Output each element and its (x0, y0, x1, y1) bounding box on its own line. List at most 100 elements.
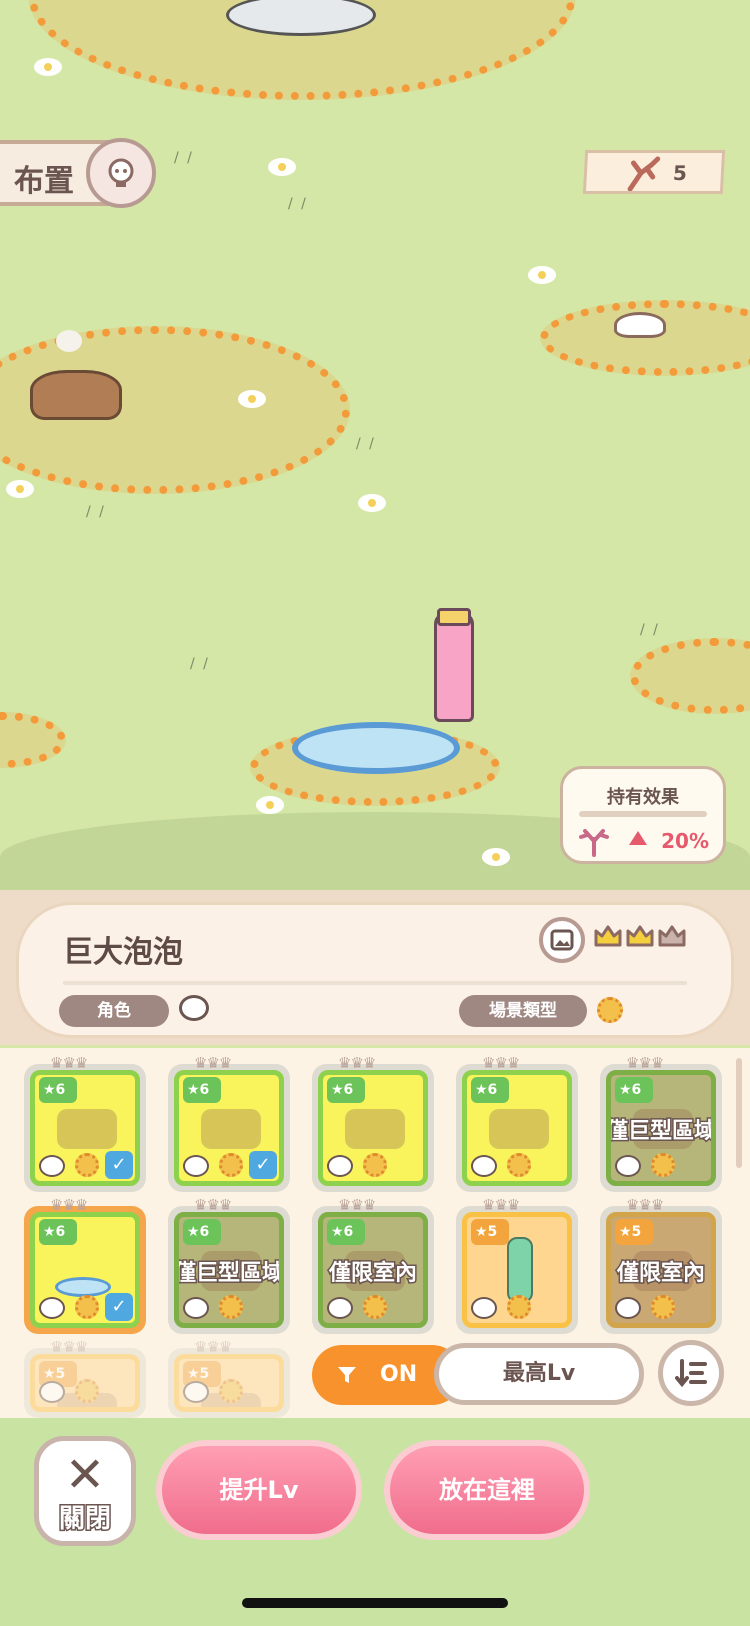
stump-cooking-pot[interactable] (30, 370, 122, 420)
item-card[interactable]: ♛♛♛ ★6 ✓ (168, 1054, 290, 1192)
pink-bottle[interactable] (434, 612, 474, 722)
item-info-card: 巨大泡泡 角色 場景類型 (16, 902, 734, 1038)
restriction-label: 僅巨型區域 (606, 1118, 716, 1146)
sort-order-button[interactable] (658, 1340, 724, 1406)
game-scene[interactable]: / / / / / / / / / / / / (0, 0, 750, 895)
sun-icon (219, 1295, 243, 1319)
grass-tuft: / / (356, 436, 376, 452)
shell-decoration (614, 312, 666, 338)
sort-select[interactable]: 最高Lv (434, 1343, 644, 1405)
item-card[interactable]: ♛♛♛ ★6 ✓ (24, 1054, 146, 1192)
held-effect-tooltip: 持有效果 20% (560, 766, 726, 864)
guitar-stump-icon (57, 1109, 117, 1149)
item-card-body: ★6 ✓ (30, 1070, 140, 1186)
item-card[interactable]: ♛♛♛ ★6 (312, 1054, 434, 1192)
cat-face-icon (179, 995, 209, 1021)
grass-tuft: / / (174, 150, 194, 166)
picnic-mat-icon (201, 1109, 261, 1149)
resource-count: 5 (672, 161, 688, 185)
check-icon: ✓ (105, 1293, 133, 1321)
item-card-body: ★5 僅限室內 (606, 1212, 716, 1328)
item-card-body: ★6 ✓ (174, 1070, 284, 1186)
item-card[interactable]: ♛♛♛ ★6 (456, 1054, 578, 1192)
level-badge: ★6 (183, 1077, 221, 1103)
item-card-body: ★6 僅限室內 (318, 1212, 428, 1328)
ramune-bottle-icon (507, 1237, 533, 1303)
character-face-icon (39, 1381, 65, 1403)
character-face-icon (471, 1155, 497, 1177)
item-card-body: ★6 僅巨型區域 (606, 1070, 716, 1186)
grass-tuft: / / (640, 622, 660, 638)
photo-button[interactable] (539, 917, 585, 963)
level-badge: ★5 (471, 1219, 509, 1245)
place-here-label: 放在這裡 (390, 1446, 584, 1534)
sun-icon (75, 1153, 99, 1177)
sun-icon (219, 1379, 243, 1403)
hint-bulb-button[interactable] (86, 138, 156, 208)
level-up-label: 提升Lv (162, 1446, 356, 1534)
effect-title: 持有效果 (607, 787, 679, 808)
flower-decoration (8, 482, 32, 496)
scrollbar[interactable] (736, 1058, 742, 1168)
scene-type-label-pill: 場景類型 (459, 995, 587, 1027)
placement-spot[interactable] (0, 712, 66, 768)
item-card[interactable]: ♛♛♛ ★6 ✓ (24, 1196, 146, 1334)
close-icon: ✕ (64, 1447, 106, 1503)
bubble-pool[interactable] (292, 722, 460, 774)
character-face-icon (327, 1297, 353, 1319)
effect-divider (579, 811, 707, 817)
check-icon: ✓ (249, 1151, 277, 1179)
restriction-label: 僅巨型區域 (174, 1260, 284, 1288)
item-card[interactable]: ♛♛♛ ★5 (168, 1338, 290, 1418)
character-face-icon (327, 1155, 353, 1177)
item-card[interactable]: ♛♛♛ ★6 僅限室內 (312, 1196, 434, 1334)
crown-filled-icon (594, 925, 622, 947)
item-name: 巨大泡泡 (63, 935, 183, 970)
grass-tuft: / / (288, 196, 308, 212)
sun-icon (651, 1153, 675, 1177)
flower-decoration (360, 496, 384, 510)
placement-spot[interactable] (630, 638, 750, 714)
item-card-body: ★5 (174, 1354, 284, 1412)
filter-label: ON (380, 1362, 418, 1387)
item-card[interactable]: ♛♛♛ ★5 (24, 1338, 146, 1418)
item-card-body: ★5 (462, 1212, 572, 1328)
sun-icon (507, 1153, 531, 1177)
item-card[interactable]: ♛♛♛ ★5 僅限室內 (600, 1196, 722, 1334)
item-card[interactable]: ♛♛♛ ★6 僅巨型區域 (168, 1196, 290, 1334)
role-label-pill: 角色 (59, 995, 169, 1027)
character-face-icon (183, 1155, 209, 1177)
effect-value: 20% (661, 829, 709, 853)
character-face-icon (39, 1297, 65, 1319)
stump-oranges-icon (345, 1109, 405, 1149)
character-face-icon (615, 1297, 641, 1319)
place-here-button[interactable]: 放在這裡 (384, 1440, 590, 1540)
level-badge: ★6 (183, 1219, 221, 1245)
item-card-body: ★5 (30, 1354, 140, 1412)
check-icon: ✓ (105, 1151, 133, 1179)
level-badge: ★6 (39, 1077, 77, 1103)
restriction-label: 僅限室內 (327, 1260, 418, 1288)
character-face-icon (183, 1297, 209, 1319)
item-card-body: ★6 僅巨型區域 (174, 1212, 284, 1328)
level-badge: ★6 (615, 1077, 653, 1103)
item-card-body: ★6 ✓ (30, 1212, 140, 1328)
flower-decoration (240, 392, 264, 406)
close-button[interactable]: ✕ 關閉 (34, 1436, 136, 1546)
sun-icon (219, 1153, 243, 1177)
layout-mode-label: 布置 (14, 164, 74, 199)
coral-icon (579, 829, 609, 857)
level-badge: ★6 (471, 1077, 509, 1103)
flower-decoration (484, 850, 508, 864)
sun-icon (651, 1295, 675, 1319)
sun-icon (597, 997, 623, 1023)
bottle-cap (437, 608, 471, 626)
sun-icon (363, 1153, 387, 1177)
filter-icon (338, 1367, 356, 1383)
sun-icon (75, 1379, 99, 1403)
character-face-icon (615, 1155, 641, 1177)
item-card[interactable]: ♛♛♛ ★6 僅巨型區域 (600, 1054, 722, 1192)
level-up-button[interactable]: 提升Lv (156, 1440, 362, 1540)
level-badge: ★5 (615, 1219, 653, 1245)
item-card[interactable]: ♛♛♛ ★5 (456, 1196, 578, 1334)
